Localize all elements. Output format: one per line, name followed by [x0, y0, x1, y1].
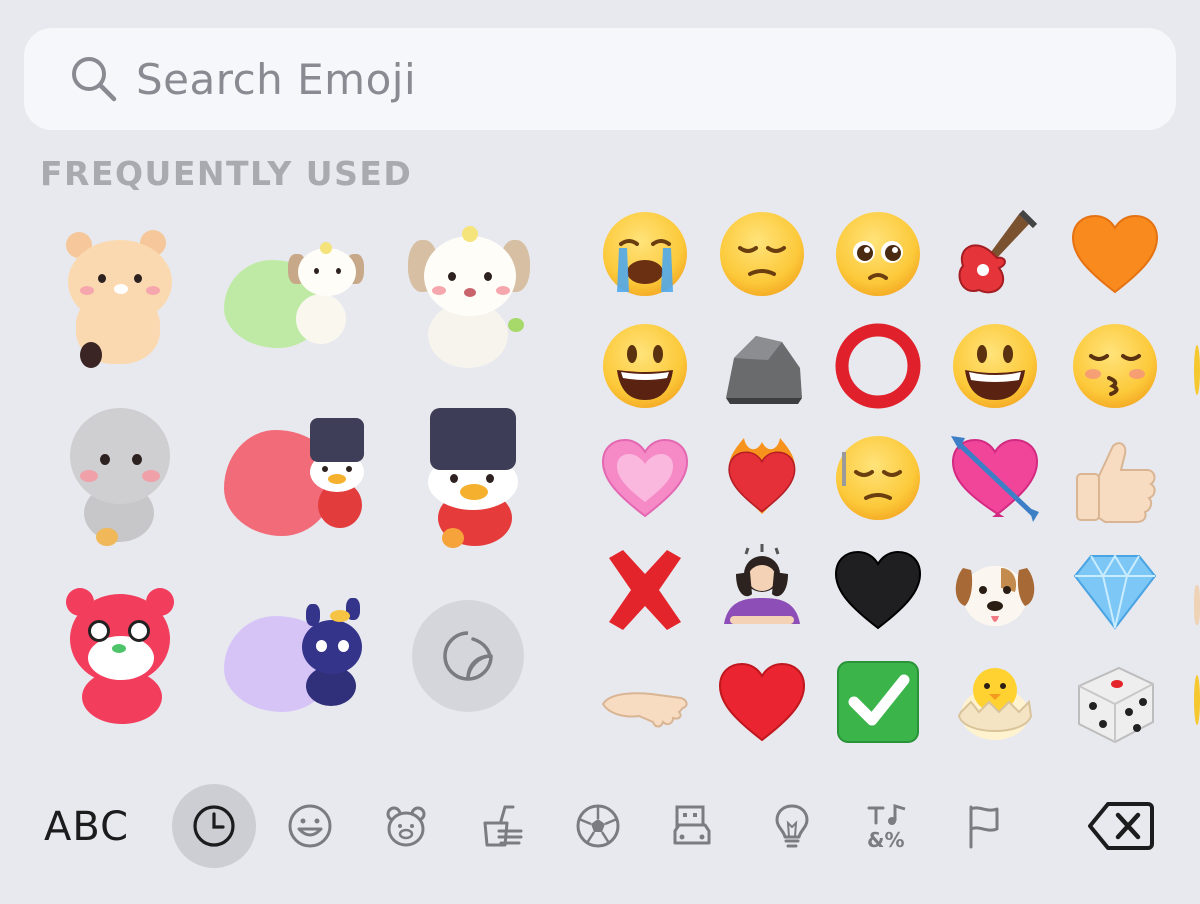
- smileys-icon: [288, 804, 332, 848]
- emoji-glyph: [726, 336, 802, 404]
- emoji-glyph: [603, 324, 687, 408]
- emoji-key[interactable]: [710, 650, 814, 754]
- symbols-tab[interactable]: &%: [846, 784, 930, 868]
- emoji-key[interactable]: [943, 202, 1047, 306]
- activity-icon: [576, 804, 620, 848]
- flags-tab[interactable]: [942, 784, 1026, 868]
- emoji-glyph: [728, 438, 796, 514]
- emoji-key[interactable]: [943, 650, 1047, 754]
- emoji-key[interactable]: [1063, 650, 1167, 754]
- emoji-glyph: [835, 323, 921, 409]
- symbols-icon: &%: [867, 803, 906, 851]
- objects-tab[interactable]: [750, 784, 834, 868]
- animals-icon: [386, 806, 426, 847]
- sticker-bear-peach[interactable]: [60, 222, 184, 370]
- emoji-partial[interactable]: [1188, 340, 1200, 400]
- flags-icon: [969, 805, 999, 849]
- emoji-key[interactable]: [710, 314, 814, 418]
- smileys-tab[interactable]: [268, 784, 352, 868]
- emoji-category-bar: ABC &%: [0, 780, 1200, 876]
- emoji-partial[interactable]: [1190, 580, 1200, 630]
- sticker-penguin-hat[interactable]: [424, 404, 524, 552]
- abc-button[interactable]: ABC: [44, 804, 129, 850]
- emoji-glyph: [958, 209, 1038, 294]
- emoji-glyph: [1073, 324, 1157, 408]
- emoji-glyph: [1073, 554, 1157, 630]
- emoji-key[interactable]: [593, 426, 697, 530]
- emoji-glyph: [601, 438, 689, 518]
- emoji-glyph: [836, 436, 920, 520]
- emoji-key[interactable]: [710, 538, 814, 642]
- sticker-icon: [443, 631, 493, 681]
- activity-tab[interactable]: [556, 784, 640, 868]
- sticker-blue-cat-lilac-cloud[interactable]: [222, 596, 370, 716]
- emoji-glyph: [603, 212, 687, 296]
- emoji-key[interactable]: [826, 314, 930, 418]
- emoji-key[interactable]: [1063, 426, 1167, 530]
- emoji-key[interactable]: [593, 202, 697, 306]
- emoji-glyph: [720, 212, 804, 296]
- emoji-key[interactable]: [710, 202, 814, 306]
- stickers-button[interactable]: [412, 600, 524, 712]
- emoji-key[interactable]: [1063, 538, 1167, 642]
- emoji-key[interactable]: [826, 538, 930, 642]
- sticker-gray-blob[interactable]: [66, 402, 176, 548]
- sticker-puppy-green-cloud[interactable]: [222, 240, 370, 350]
- animals-tab[interactable]: [364, 784, 448, 868]
- emoji-key[interactable]: [943, 426, 1047, 530]
- emoji-glyph: [718, 662, 806, 742]
- svg-text:&%: &%: [867, 828, 904, 851]
- emoji-glyph: [955, 566, 1035, 626]
- emoji-key[interactable]: [943, 314, 1047, 418]
- emoji-glyph: [957, 668, 1033, 740]
- emoji-key[interactable]: [710, 426, 814, 530]
- emoji-glyph: [837, 661, 919, 743]
- travel-icon: [673, 805, 711, 845]
- emoji-key[interactable]: [593, 650, 697, 754]
- emoji-key[interactable]: [826, 202, 930, 306]
- section-label-frequently-used: FREQUENTLY USED: [40, 154, 413, 193]
- emoji-key[interactable]: [1063, 314, 1167, 418]
- delete-backspace-icon[interactable]: [1086, 798, 1156, 854]
- emoji-glyph: [953, 324, 1037, 408]
- emoji-glyph: [836, 212, 920, 296]
- emoji-glyph: [951, 436, 1039, 522]
- sticker-puppy-white[interactable]: [404, 222, 536, 372]
- food-icon: [483, 805, 523, 847]
- emoji-glyph: [1078, 666, 1154, 744]
- travel-tab[interactable]: [650, 784, 734, 868]
- sticker-pink-bear[interactable]: [64, 582, 184, 728]
- search-placeholder: Search Emoji: [136, 54, 417, 104]
- emoji-key[interactable]: [943, 538, 1047, 642]
- emoji-key[interactable]: [593, 538, 697, 642]
- sticker-penguin-pink-cloud[interactable]: [222, 416, 370, 542]
- recents-icon: [193, 805, 235, 847]
- emoji-key[interactable]: [1063, 202, 1167, 306]
- emoji-search-field[interactable]: Search Emoji: [24, 28, 1176, 130]
- objects-icon: [775, 804, 809, 848]
- emoji-glyph: [1076, 442, 1156, 523]
- emoji-key[interactable]: [593, 314, 697, 418]
- emoji-glyph: [601, 692, 688, 728]
- food-tab[interactable]: [460, 784, 544, 868]
- emoji-glyph: [834, 550, 922, 630]
- recents-tab[interactable]: [172, 784, 256, 868]
- search-icon: [72, 57, 117, 102]
- emoji-glyph: [609, 550, 681, 630]
- emoji-key[interactable]: [826, 650, 930, 754]
- emoji-glyph: [1071, 214, 1159, 294]
- emoji-glyph: [724, 544, 800, 624]
- emoji-key[interactable]: [826, 426, 930, 530]
- emoji-partial[interactable]: [1190, 670, 1200, 730]
